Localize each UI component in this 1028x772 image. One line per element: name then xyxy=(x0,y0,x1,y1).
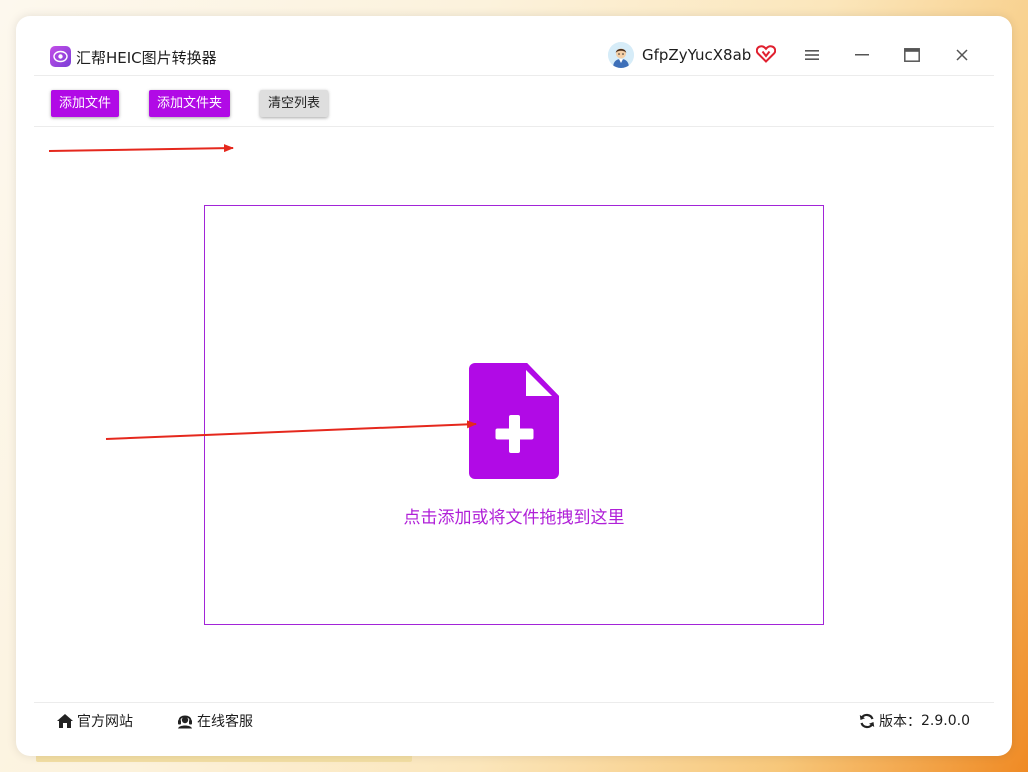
version-info: 版本： 2.9.0.0 xyxy=(859,711,970,731)
headset-icon xyxy=(178,715,192,729)
toolbar: 添加文件 添加文件夹 清空列表 xyxy=(34,76,994,127)
minimize-icon[interactable] xyxy=(847,40,877,70)
home-icon xyxy=(57,714,73,728)
app-title: 汇帮HEIC图片转换器 xyxy=(76,49,217,67)
clear-list-button[interactable]: 清空列表 xyxy=(260,90,329,117)
user-avatar-icon[interactable] xyxy=(608,42,634,68)
file-drop-zone[interactable]: 点击添加或将文件拖拽到这里 xyxy=(204,205,824,625)
online-support-label: 在线客服 xyxy=(197,714,253,730)
official-website-link[interactable]: 官方网站 xyxy=(56,711,133,731)
drop-zone-hint: 点击添加或将文件拖拽到这里 xyxy=(403,508,625,528)
add-folder-button[interactable]: 添加文件夹 xyxy=(149,90,231,117)
add-file-icon[interactable] xyxy=(469,363,561,483)
title-bar: 汇帮HEIC图片转换器 GfpZyYucX8ab xyxy=(34,34,994,76)
maximize-icon[interactable] xyxy=(897,40,927,70)
online-support-link[interactable]: 在线客服 xyxy=(176,711,253,731)
refresh-icon[interactable] xyxy=(859,713,875,729)
add-file-button[interactable]: 添加文件 xyxy=(51,90,120,117)
close-icon[interactable] xyxy=(947,40,977,70)
vip-heart-icon[interactable] xyxy=(755,45,777,67)
version-number: 2.9.0.0 xyxy=(921,713,970,729)
official-website-label: 官方网站 xyxy=(77,714,133,730)
status-bar: 官方网站 在线客服 版本： 2.9.0.0 xyxy=(34,702,994,738)
annotation-arrow-toolbar xyxy=(48,144,234,153)
app-window: 汇帮HEIC图片转换器 GfpZyYucX8ab 添加文件 添加文件夹 清空列表… xyxy=(16,16,1012,756)
menu-icon[interactable] xyxy=(797,40,827,70)
app-logo-icon xyxy=(50,46,71,67)
window-content: 汇帮HEIC图片转换器 GfpZyYucX8ab 添加文件 添加文件夹 清空列表… xyxy=(34,34,994,738)
username[interactable]: GfpZyYucX8ab xyxy=(642,46,751,64)
version-label: 版本： xyxy=(879,714,922,730)
